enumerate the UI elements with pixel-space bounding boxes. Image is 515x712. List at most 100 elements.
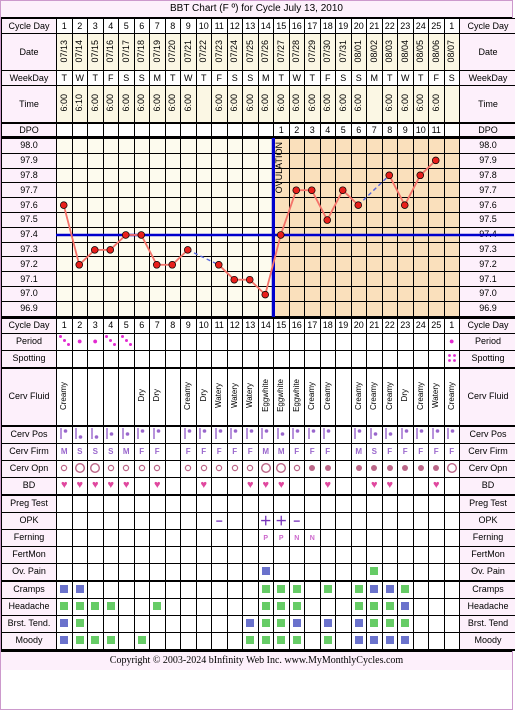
moody-cell-21[interactable] <box>366 631 383 651</box>
spotting-cell-20[interactable] <box>350 349 367 369</box>
headache-cell-5[interactable] <box>118 597 135 616</box>
cramps-cell-21[interactable] <box>366 579 383 599</box>
cerv-opn-cell-20[interactable] <box>350 459 367 478</box>
cerv-fluid-cell-20[interactable]: Creamy <box>350 366 367 427</box>
preg-test-cell-5[interactable] <box>118 493 135 513</box>
cerv-fluid-cell-9[interactable]: Creamy <box>180 366 197 427</box>
fertmon-cell-13[interactable] <box>242 545 259 564</box>
ov-pain-cell-14[interactable] <box>257 562 274 582</box>
cycle-day-bottom-cell-22[interactable]: 22 <box>381 316 398 334</box>
moody-cell-2[interactable] <box>71 631 88 651</box>
bd-cell-2[interactable]: ♥ <box>71 476 88 496</box>
ferning-cell-14[interactable]: P <box>257 528 274 547</box>
opk-cell-11[interactable]: − <box>211 511 228 530</box>
cerv-opn-cell-1[interactable] <box>56 459 73 478</box>
ov-pain-cell-17[interactable] <box>304 562 321 582</box>
headache-cell-7[interactable] <box>149 597 166 616</box>
preg-test-cell-10[interactable] <box>195 493 212 513</box>
headache-cell-4[interactable] <box>102 597 119 616</box>
brst-tend-cell-3[interactable] <box>87 614 104 633</box>
bd-cell-16[interactable] <box>288 476 305 496</box>
opk-cell-17[interactable] <box>304 511 321 530</box>
cycle-day-bottom-cell-14[interactable]: 14 <box>257 316 274 334</box>
cerv-opn-cell-21[interactable] <box>366 459 383 478</box>
cerv-fluid-cell-10[interactable]: Dry <box>195 366 212 427</box>
cycle-day-bottom-cell-1[interactable]: 1 <box>56 316 73 334</box>
bd-cell-10[interactable]: ♥ <box>195 476 212 496</box>
fertmon-cell-6[interactable] <box>133 545 150 564</box>
cerv-firm-cell-22[interactable]: F <box>381 442 398 461</box>
spotting-cell-26[interactable] <box>443 349 460 369</box>
cerv-pos-cell-18[interactable] <box>319 424 336 444</box>
cerv-firm-cell-5[interactable]: M <box>118 442 135 461</box>
ov-pain-cell-13[interactable] <box>242 562 259 582</box>
bd-cell-7[interactable]: ♥ <box>149 476 166 496</box>
cerv-firm-cell-25[interactable]: F <box>428 442 445 461</box>
opk-cell-14[interactable]: ＋ <box>257 511 274 530</box>
headache-cell-14[interactable] <box>257 597 274 616</box>
fertmon-cell-20[interactable] <box>350 545 367 564</box>
brst-tend-cell-1[interactable] <box>56 614 73 633</box>
headache-cell-24[interactable] <box>412 597 429 616</box>
cerv-pos-cell-5[interactable] <box>118 424 135 444</box>
ov-pain-cell-23[interactable] <box>397 562 414 582</box>
cycle-day-bottom-cell-6[interactable]: 6 <box>133 316 150 334</box>
spotting-cell-19[interactable] <box>335 349 352 369</box>
period-cell-16[interactable] <box>288 332 305 351</box>
period-cell-13[interactable] <box>242 332 259 351</box>
fertmon-cell-18[interactable] <box>319 545 336 564</box>
cycle-day-bottom-cell-20[interactable]: 20 <box>350 316 367 334</box>
brst-tend-cell-12[interactable] <box>226 614 243 633</box>
brst-tend-cell-19[interactable] <box>335 614 352 633</box>
fertmon-cell-17[interactable] <box>304 545 321 564</box>
cycle-day-bottom-cell-16[interactable]: 16 <box>288 316 305 334</box>
ov-pain-cell-22[interactable] <box>381 562 398 582</box>
opk-cell-13[interactable] <box>242 511 259 530</box>
spotting-cell-25[interactable] <box>428 349 445 369</box>
spotting-cell-11[interactable] <box>211 349 228 369</box>
cerv-firm-cell-3[interactable]: S <box>87 442 104 461</box>
fertmon-cell-16[interactable] <box>288 545 305 564</box>
moody-cell-10[interactable] <box>195 631 212 651</box>
cerv-fluid-cell-13[interactable]: Watery <box>242 366 259 427</box>
preg-test-cell-1[interactable] <box>56 493 73 513</box>
opk-cell-10[interactable] <box>195 511 212 530</box>
period-cell-4[interactable] <box>102 332 119 351</box>
headache-cell-12[interactable] <box>226 597 243 616</box>
ov-pain-cell-1[interactable] <box>56 562 73 582</box>
cramps-cell-14[interactable] <box>257 579 274 599</box>
bd-cell-11[interactable] <box>211 476 228 496</box>
preg-test-cell-24[interactable] <box>412 493 429 513</box>
moody-cell-7[interactable] <box>149 631 166 651</box>
cerv-firm-cell-16[interactable]: F <box>288 442 305 461</box>
cerv-opn-cell-18[interactable] <box>319 459 336 478</box>
cerv-pos-cell-3[interactable] <box>87 424 104 444</box>
cramps-cell-17[interactable] <box>304 579 321 599</box>
ov-pain-cell-3[interactable] <box>87 562 104 582</box>
brst-tend-cell-16[interactable] <box>288 614 305 633</box>
period-cell-23[interactable] <box>397 332 414 351</box>
moody-cell-12[interactable] <box>226 631 243 651</box>
cramps-cell-8[interactable] <box>164 579 181 599</box>
opk-cell-18[interactable] <box>319 511 336 530</box>
cerv-firm-cell-17[interactable]: F <box>304 442 321 461</box>
fertmon-cell-7[interactable] <box>149 545 166 564</box>
brst-tend-cell-6[interactable] <box>133 614 150 633</box>
cycle-day-bottom-cell-23[interactable]: 23 <box>397 316 414 334</box>
headache-cell-22[interactable] <box>381 597 398 616</box>
cerv-fluid-cell-25[interactable]: Watery <box>428 366 445 427</box>
cerv-firm-cell-20[interactable]: M <box>350 442 367 461</box>
ov-pain-cell-24[interactable] <box>412 562 429 582</box>
cerv-fluid-cell-5[interactable] <box>118 366 135 427</box>
fertmon-cell-25[interactable] <box>428 545 445 564</box>
cerv-firm-cell-14[interactable]: M <box>257 442 274 461</box>
brst-tend-cell-22[interactable] <box>381 614 398 633</box>
spotting-cell-24[interactable] <box>412 349 429 369</box>
preg-test-cell-2[interactable] <box>71 493 88 513</box>
headache-cell-15[interactable] <box>273 597 290 616</box>
cerv-fluid-cell-4[interactable] <box>102 366 119 427</box>
cramps-cell-22[interactable] <box>381 579 398 599</box>
cerv-fluid-cell-3[interactable] <box>87 366 104 427</box>
cerv-firm-cell-10[interactable]: F <box>195 442 212 461</box>
spotting-cell-22[interactable] <box>381 349 398 369</box>
